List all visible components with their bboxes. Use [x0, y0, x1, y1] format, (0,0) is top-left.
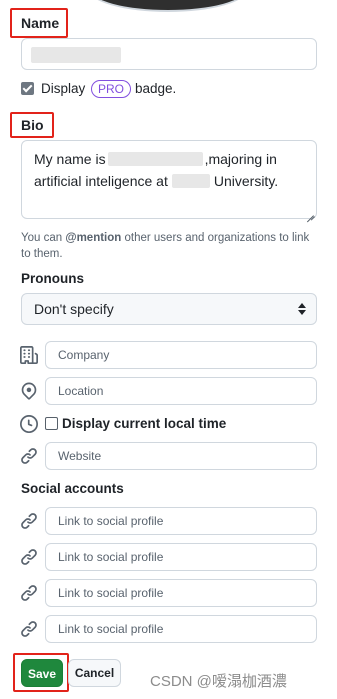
redacted-name [31, 47, 121, 63]
watermark: CSDN @嗳溻枷酒濃 [150, 673, 287, 690]
link-icon [21, 513, 37, 529]
bio-line1-prefix: My name is [34, 151, 106, 167]
resize-handle[interactable] [307, 209, 314, 216]
pronouns-value: Don't specify [34, 301, 114, 317]
link-icon [21, 585, 37, 601]
display-label: Display [41, 81, 86, 96]
clock-icon [20, 415, 38, 433]
redacted-bio-name [107, 152, 203, 166]
location-placeholder: Location [58, 384, 104, 398]
bio-line2-suffix: University. [213, 173, 279, 189]
social-accounts-label: Social accounts [21, 481, 124, 496]
redacted-university [171, 174, 210, 188]
bio-line1-suffix: ,majoring in [204, 151, 277, 167]
social-profile-placeholder-3: Link to social profile [58, 586, 164, 600]
bio-line2-prefix: artificial inteligence at [34, 173, 168, 189]
company-placeholder: Company [58, 348, 110, 362]
display-pro-checkbox[interactable] [21, 82, 34, 95]
pro-badge: PRO [91, 80, 131, 98]
company-icon [20, 346, 38, 364]
mention-keyword: @mention [65, 232, 122, 244]
social-profile-placeholder-1: Link to social profile [58, 514, 164, 528]
location-icon [21, 382, 37, 400]
link-icon [21, 621, 37, 637]
local-time-label: Display current local time [62, 416, 227, 431]
avatar [88, 0, 248, 12]
badge-label: badge. [135, 81, 177, 96]
link-icon [21, 448, 37, 464]
link-icon [21, 549, 37, 565]
pronouns-label: Pronouns [21, 271, 84, 286]
name-input[interactable] [21, 38, 317, 70]
social-profile-placeholder-2: Link to social profile [58, 550, 164, 564]
bio-text: My name is ,majoring in artificial inteli… [34, 148, 306, 192]
local-time-checkbox[interactable] [45, 417, 58, 430]
name-label: Name [21, 15, 60, 31]
bio-label: Bio [21, 117, 44, 133]
save-button[interactable]: Save [21, 659, 63, 687]
select-arrows-icon [298, 303, 306, 315]
mention-hint: You can @mention other users and organiz… [21, 230, 317, 262]
website-placeholder: Website [58, 449, 102, 463]
social-profile-placeholder-4: Link to social profile [58, 622, 164, 636]
cancel-button[interactable]: Cancel [68, 659, 121, 687]
mention-hint-prefix: You can [21, 232, 63, 244]
